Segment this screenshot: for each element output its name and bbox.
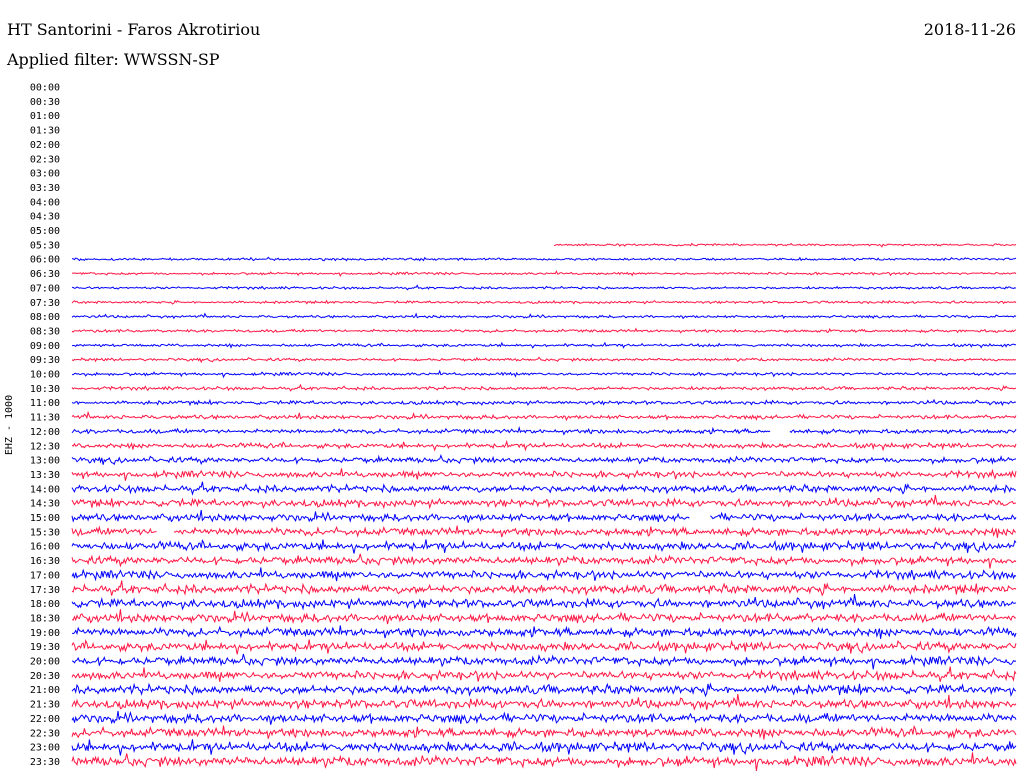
time-tick-1630: 16:30	[30, 556, 60, 567]
trace-row-0600	[71, 256, 1017, 262]
time-tick-0230: 02:30	[30, 154, 60, 165]
time-tick-2330: 23:30	[30, 757, 60, 768]
trace-row-1200	[71, 425, 1017, 436]
trace-row-1000	[72, 369, 1017, 379]
time-tick-1000: 10:00	[30, 370, 60, 381]
time-tick-0630: 06:30	[30, 269, 60, 280]
trace-row-2030	[71, 666, 1017, 682]
time-tick-1600: 16:00	[30, 542, 60, 553]
time-tick-1700: 17:00	[30, 570, 60, 581]
trace-row-1930	[71, 639, 1017, 655]
trace-row-1230	[71, 439, 1017, 452]
time-tick-labels: 00:00 00:30 01:00 01:30 02:00 02:30 03:00 03:30…	[30, 83, 60, 768]
trace-row-2230	[71, 724, 1017, 740]
trace-row-1100	[71, 398, 1017, 407]
time-tick-1730: 17:30	[30, 585, 60, 596]
time-tick-2000: 20:00	[30, 657, 60, 668]
time-tick-1800: 18:00	[30, 599, 60, 610]
trace-row-1800	[71, 594, 1017, 611]
trace-row-1030	[71, 383, 1017, 392]
time-tick-0400: 04:00	[30, 197, 60, 208]
trace-row-1700	[71, 567, 1017, 582]
trace-row-2300	[71, 739, 1017, 756]
trace-row-1730	[71, 580, 1017, 597]
seismic-traces	[71, 242, 1017, 771]
time-tick-0430: 04:30	[30, 212, 60, 223]
trace-row-0830	[71, 327, 1017, 334]
time-tick-1930: 19:30	[30, 642, 60, 653]
time-tick-0830: 08:30	[30, 326, 60, 337]
trace-row-1830	[71, 609, 1017, 625]
time-tick-1230: 12:30	[30, 441, 60, 452]
time-tick-1430: 14:30	[30, 499, 60, 510]
trace-row-1300	[71, 454, 1017, 466]
trace-row-1900	[71, 625, 1017, 639]
time-tick-1030: 10:30	[30, 384, 60, 395]
trace-row-2000	[71, 653, 1017, 670]
time-tick-0300: 03:00	[30, 169, 60, 180]
trace-row-1630	[71, 553, 1017, 569]
time-tick-0100: 01:00	[30, 111, 60, 122]
time-tick-1900: 19:00	[30, 628, 60, 639]
time-tick-1100: 11:00	[30, 398, 60, 409]
trace-row-1530	[71, 525, 1017, 538]
time-tick-0730: 07:30	[30, 298, 60, 309]
time-tick-2100: 21:00	[30, 685, 60, 696]
time-tick-1830: 18:30	[30, 613, 60, 624]
time-tick-1400: 14:00	[30, 484, 60, 495]
trace-row-0530	[553, 242, 1017, 248]
time-tick-2230: 22:30	[30, 728, 60, 739]
time-tick-1130: 11:30	[30, 413, 60, 424]
time-tick-0500: 05:00	[30, 226, 60, 237]
time-tick-2130: 21:30	[30, 700, 60, 711]
trace-row-1400	[71, 481, 1017, 496]
trace-row-1330	[71, 468, 1017, 481]
trace-row-2330	[71, 752, 1017, 771]
time-tick-0800: 08:00	[30, 312, 60, 323]
time-tick-1530: 15:30	[30, 527, 60, 538]
trace-row-1130	[71, 410, 1017, 422]
trace-row-2200	[71, 710, 1017, 725]
trace-row-2130	[71, 694, 1017, 711]
time-tick-0200: 02:00	[30, 140, 60, 151]
time-tick-1300: 13:00	[30, 456, 60, 467]
time-tick-0700: 07:00	[30, 283, 60, 294]
time-tick-0900: 09:00	[30, 341, 60, 352]
time-tick-0030: 00:30	[30, 97, 60, 108]
trace-row-1600	[71, 539, 1017, 554]
trace-row-1430	[71, 494, 1017, 510]
time-tick-2030: 20:30	[30, 671, 60, 682]
time-tick-2300: 23:00	[30, 743, 60, 754]
trace-row-0730	[71, 299, 1017, 305]
trace-row-0900	[71, 341, 1017, 349]
time-tick-0000: 00:00	[30, 83, 60, 94]
trace-row-1500	[71, 509, 1017, 523]
time-tick-1500: 15:00	[30, 513, 60, 524]
time-tick-1330: 13:30	[30, 470, 60, 481]
trace-row-0700	[71, 284, 1017, 291]
trace-row-0630	[71, 270, 1017, 278]
trace-row-0800	[71, 312, 1017, 320]
time-tick-2200: 22:00	[30, 714, 60, 725]
time-tick-1200: 12:00	[30, 427, 60, 438]
time-tick-0530: 05:30	[30, 240, 60, 251]
time-tick-0330: 03:30	[30, 183, 60, 194]
time-tick-0130: 01:30	[30, 126, 60, 137]
trace-row-0930	[71, 356, 1017, 364]
time-tick-0930: 09:30	[30, 355, 60, 366]
helicorder-plot: 00:00 00:30 01:00 01:30 02:00 02:30 03:00 03:30…	[30, 83, 1017, 771]
time-tick-0600: 06:00	[30, 255, 60, 266]
trace-row-2100	[71, 682, 1017, 698]
